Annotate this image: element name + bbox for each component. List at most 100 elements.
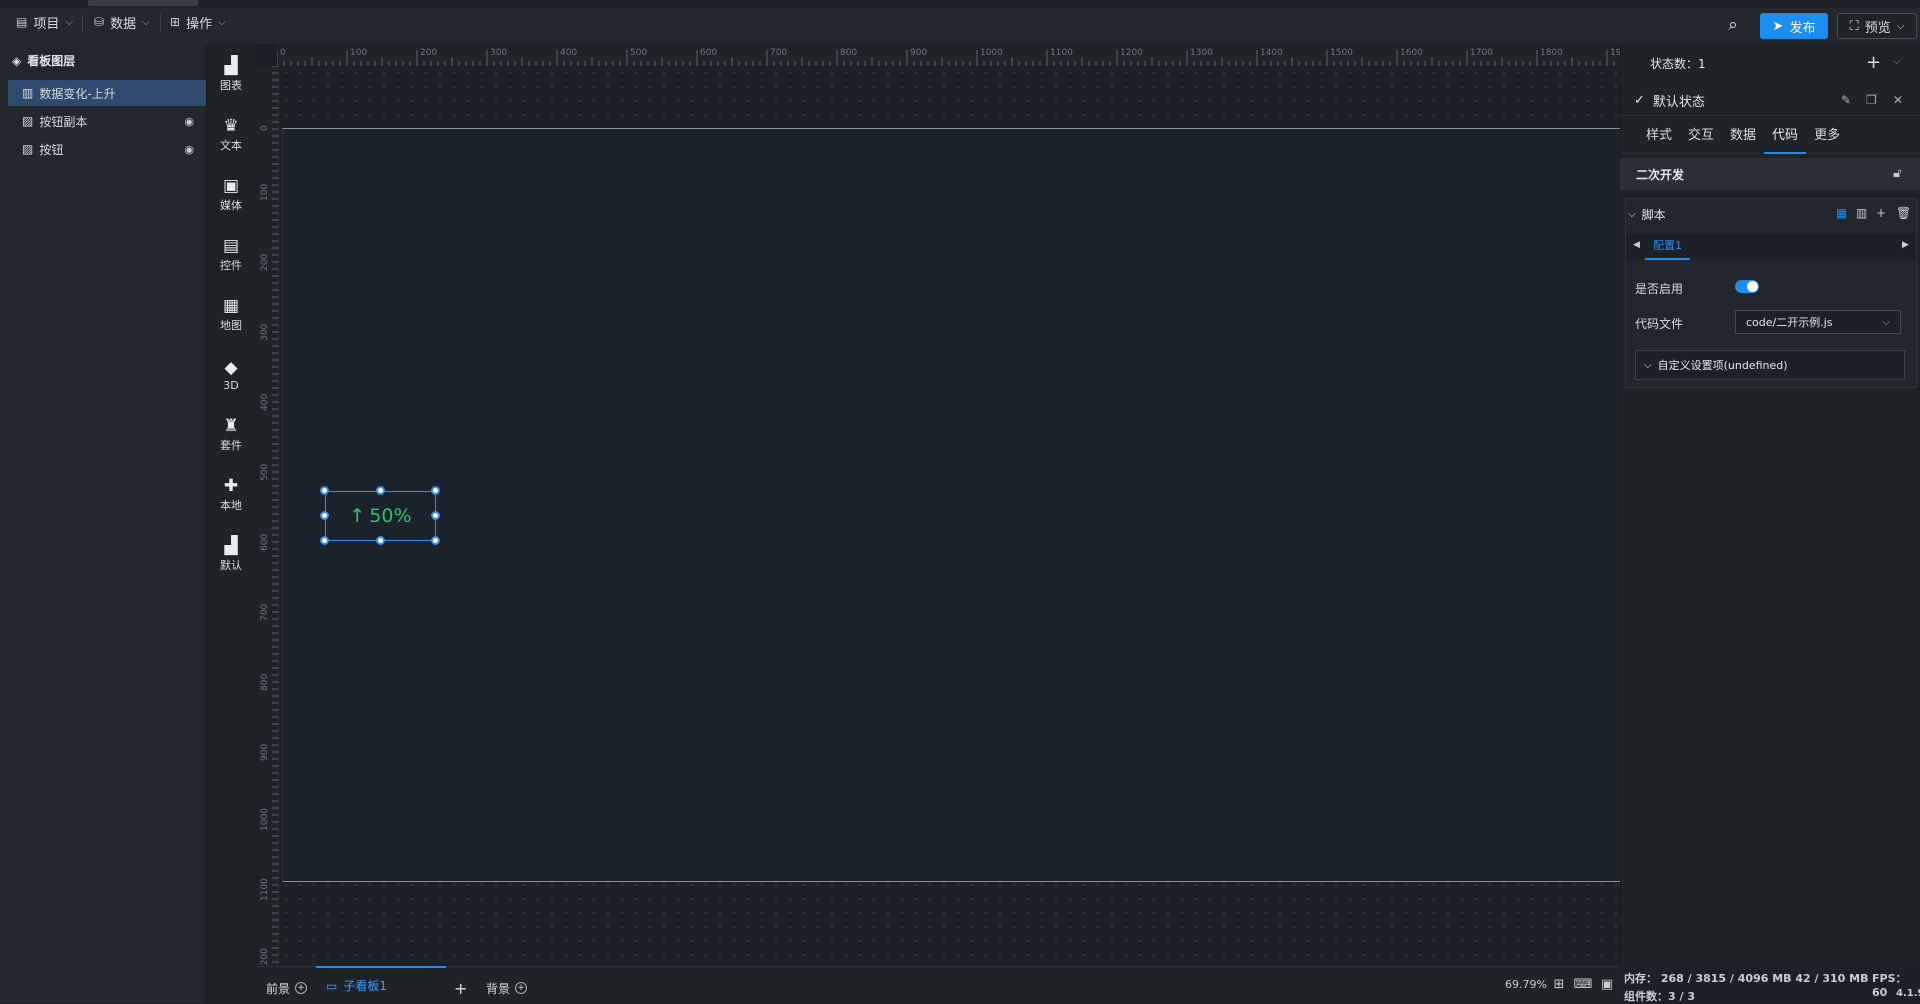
layers-title-label: 看板图层 bbox=[27, 54, 76, 68]
resize-handle[interactable] bbox=[320, 511, 329, 520]
preview-label: 预览 bbox=[1864, 20, 1891, 36]
resize-handle[interactable] bbox=[376, 486, 385, 495]
component-kit[interactable]: ♜ 套件 bbox=[207, 408, 255, 462]
resize-handle[interactable] bbox=[320, 536, 329, 545]
add-icon[interactable]: + bbox=[295, 982, 308, 994]
add-state-icon[interactable]: + bbox=[1866, 52, 1881, 73]
add-icon[interactable]: + bbox=[515, 982, 528, 994]
tab-indicator bbox=[88, 0, 198, 6]
layer-item[interactable]: ▨ 按钮副本 ◉ bbox=[8, 108, 206, 134]
resize-handle[interactable] bbox=[431, 486, 440, 495]
eye-hidden-icon[interactable]: ◉ bbox=[184, 115, 194, 128]
ruler-label: 400 bbox=[260, 394, 270, 411]
ruler-label: 1000 bbox=[980, 48, 1003, 58]
tab-more[interactable]: 更多 bbox=[1806, 122, 1848, 154]
custom-settings-section[interactable]: ⌵ 自定义设置项(undefined) bbox=[1635, 350, 1905, 380]
trash-icon[interactable]: 🗑︎ bbox=[1896, 206, 1911, 220]
component-local[interactable]: ✚ 本地 bbox=[207, 468, 255, 522]
codefile-value: code/二开示例.js bbox=[1746, 316, 1833, 329]
menu-operation[interactable]: ⊞ 操作 ⌵ bbox=[162, 8, 234, 36]
component-3d[interactable]: ◆ 3D bbox=[207, 348, 255, 402]
preview-button[interactable]: ⛶ 预览 ⌵ bbox=[1837, 13, 1917, 39]
split-layout-icon[interactable]: ▥ bbox=[1856, 206, 1867, 220]
tab-background-label: 背景 bbox=[486, 981, 511, 996]
menu-data[interactable]: ⛁ 数据 ⌵ bbox=[86, 8, 158, 36]
fullscreen-icon: ⛶ bbox=[1849, 18, 1859, 34]
layer-label: 按钮副本 bbox=[39, 114, 88, 129]
layer-label: 数据变化-上升 bbox=[39, 86, 116, 101]
puzzle-icon: ✚ bbox=[223, 476, 239, 496]
ruler-label: 1100 bbox=[1050, 48, 1073, 58]
layout-icon[interactable]: ▦ bbox=[1836, 206, 1847, 220]
ruler-label: 300 bbox=[490, 48, 507, 58]
config-tab[interactable]: 配置1 bbox=[1645, 234, 1690, 260]
bar-chart-icon: ▟ bbox=[224, 56, 238, 76]
resize-handle[interactable] bbox=[431, 511, 440, 520]
close-icon[interactable]: ✕ bbox=[1893, 93, 1903, 107]
enable-toggle[interactable] bbox=[1735, 280, 1759, 293]
component-chart[interactable]: ▟ 图表 bbox=[207, 48, 255, 102]
lock-icon[interactable]: 🔓︎ bbox=[1893, 166, 1901, 181]
tab-interaction[interactable]: 交互 bbox=[1680, 122, 1722, 154]
ruler-label: 0 bbox=[260, 125, 270, 131]
tab-code[interactable]: 代码 bbox=[1764, 122, 1807, 154]
eye-hidden-icon[interactable]: ◉ bbox=[184, 143, 194, 156]
menu-operation-label: 操作 bbox=[186, 16, 213, 32]
component-text[interactable]: ♛ 文本 bbox=[207, 108, 255, 162]
ruler-label: 200 bbox=[260, 254, 270, 271]
send-icon: ➤ bbox=[1772, 18, 1784, 34]
plus-icon: + bbox=[454, 978, 468, 998]
fit-screen-icon[interactable]: ⊞ bbox=[1549, 975, 1569, 995]
menu-project[interactable]: ▤ 项目 ⌵ bbox=[8, 8, 81, 36]
image-icon: ▨ bbox=[22, 114, 34, 128]
search-icon[interactable]: ⌕ bbox=[1720, 12, 1746, 38]
ruler-label: 700 bbox=[260, 604, 270, 621]
codefile-select[interactable]: code/二开示例.js ⌵ bbox=[1735, 310, 1901, 334]
layer-label: 按钮 bbox=[39, 142, 64, 157]
ruler-label: 1000 bbox=[260, 808, 270, 831]
layers-title: ◈ 看板图层 bbox=[12, 52, 75, 69]
component-label: 控件 bbox=[220, 259, 242, 272]
ruler-label: 1200 bbox=[1120, 48, 1143, 58]
edit-icon[interactable]: ✎ bbox=[1841, 93, 1851, 107]
publish-button[interactable]: ➤ 发布 bbox=[1760, 13, 1828, 39]
artboard[interactable] bbox=[282, 128, 1620, 882]
component-widget[interactable]: ▤ 控件 bbox=[207, 228, 255, 282]
component-media[interactable]: ▣ 媒体 bbox=[207, 168, 255, 222]
resize-handle[interactable] bbox=[431, 536, 440, 545]
shirt-icon: ♜ bbox=[223, 416, 239, 436]
data-change-widget[interactable]: ↑ 50% bbox=[325, 491, 436, 541]
ruler-label: 500 bbox=[260, 464, 270, 481]
tab-style[interactable]: 样式 bbox=[1638, 122, 1680, 154]
chevron-down-icon[interactable]: ⌵ bbox=[1893, 56, 1901, 67]
add-board-button[interactable]: + bbox=[454, 975, 467, 1001]
copy-icon[interactable]: ❐ bbox=[1866, 93, 1877, 107]
horizontal-ruler: 0 100 200 300 400 500 600 700 800 900 1000 1100 1200… bbox=[277, 44, 1620, 66]
add-icon[interactable]: + bbox=[1876, 206, 1886, 220]
arrow-right-icon[interactable]: ▶ bbox=[1902, 240, 1909, 250]
monitor-icon: ▭ bbox=[326, 978, 338, 993]
keyboard-icon[interactable]: ⌨ bbox=[1573, 975, 1593, 995]
tab-foreground[interactable]: 前景 + bbox=[266, 975, 308, 1001]
terminal-icon[interactable]: ▣ bbox=[1597, 975, 1617, 995]
property-tabs: 样式 交互 数据 代码 更多 bbox=[1620, 122, 1920, 154]
zoom-level[interactable]: 69.79% bbox=[1505, 978, 1547, 991]
resize-handle[interactable] bbox=[320, 486, 329, 495]
resize-handle[interactable] bbox=[376, 536, 385, 545]
layer-item[interactable]: ▨ 按钮 ◉ bbox=[8, 136, 206, 162]
ruler-label: 700 bbox=[770, 48, 787, 58]
layer-item[interactable]: ▥ 数据变化-上升 bbox=[8, 80, 206, 106]
script-header[interactable]: ⌵ 脚本 bbox=[1628, 206, 1666, 223]
component-label: 图表 bbox=[220, 79, 242, 92]
menu-data-label: 数据 bbox=[110, 16, 137, 32]
enable-label: 是否启用 bbox=[1635, 282, 1684, 296]
component-label: 本地 bbox=[220, 499, 242, 512]
tab-subboard[interactable]: ▭ 子看板1 bbox=[316, 966, 446, 1003]
script-title: 脚本 bbox=[1641, 208, 1666, 222]
menu-divider bbox=[160, 14, 161, 32]
arrow-left-icon[interactable]: ◀ bbox=[1633, 240, 1640, 250]
component-default[interactable]: ▟ 默认 bbox=[207, 528, 255, 582]
tab-data[interactable]: 数据 bbox=[1722, 122, 1764, 154]
component-map[interactable]: ▦ 地图 bbox=[207, 288, 255, 342]
tab-background[interactable]: 背景 + bbox=[486, 975, 528, 1001]
